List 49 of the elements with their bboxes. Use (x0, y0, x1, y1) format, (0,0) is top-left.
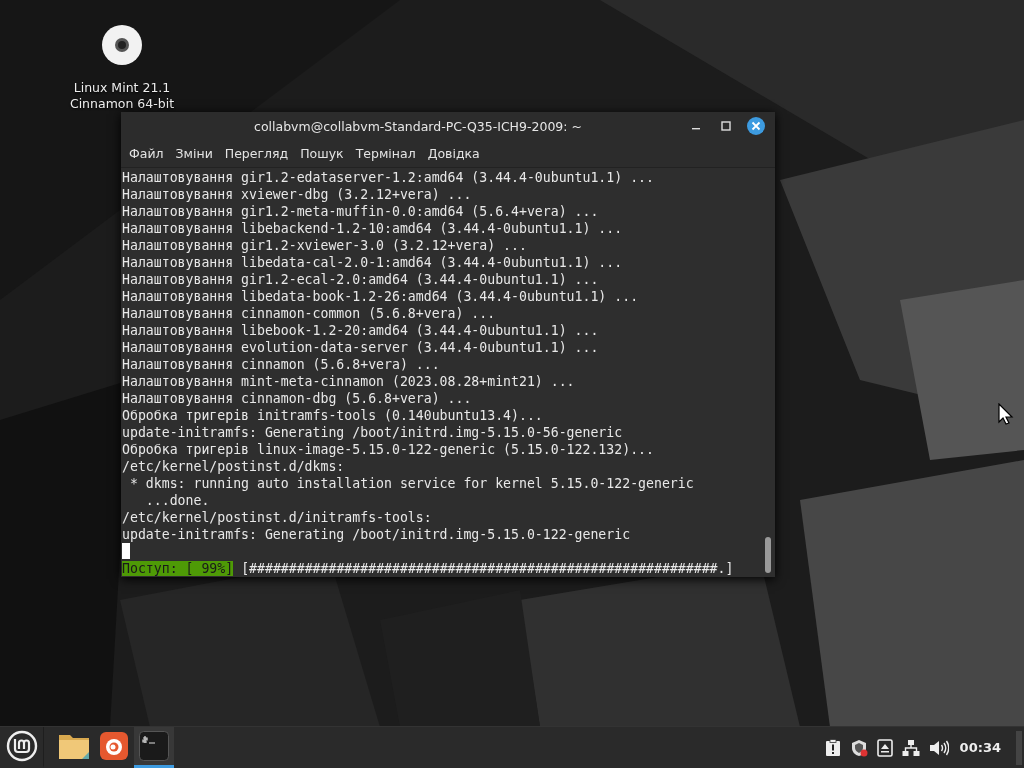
window-title: collabvm@collabvm-Standard-PC-Q35-ICH9-2009: ~ (253, 118, 583, 134)
terminal-line: Налаштовування cinnamon (5.6.8+vera) ... (122, 356, 441, 373)
close-icon[interactable] (747, 117, 765, 135)
terminal-line: Налаштовування libebackend-1.2-10:amd64 (3.44.4-0ubuntu1.1) ... (122, 220, 624, 237)
terminal-line: Налаштовування libedata-book-1.2-26:amd64 (3.44.4-0ubuntu1.1) ... (122, 288, 640, 305)
terminal-line: Налаштовування libedata-cal-2.0-1:amd64 (3.44.4-0ubuntu1.1) ... (122, 254, 624, 271)
menu-item[interactable]: Термінал (349, 143, 422, 164)
shield-icon[interactable] (849, 738, 868, 757)
browser-icon[interactable] (100, 732, 128, 760)
progress-label: Поступ: [ 99%] (122, 561, 234, 576)
terminal-line: Налаштовування gir1.2-meta-muffin-0.0:amd64 (5.6.4+vera) ... (122, 203, 600, 220)
terminal-line: ...done. (144, 492, 211, 509)
menu-item[interactable]: Пошук (294, 143, 350, 164)
scrollbar-thumb[interactable] (765, 537, 771, 573)
terminal-line: * dkms: running auto installation service for kernel 5.15.0-122-generic (128, 475, 695, 492)
menu-item[interactable]: Зміни (169, 143, 219, 164)
maximize-icon[interactable] (720, 120, 732, 132)
eject-icon[interactable] (876, 738, 893, 757)
terminal-line: Налаштовування mint-meta-cinnamon (2023.08.28+mint21) ... (122, 373, 576, 390)
terminal-line: Налаштовування cinnamon-dbg (5.6.8+vera) ... (122, 390, 473, 407)
panel-edge (1016, 730, 1022, 765)
terminal-line: Налаштовування cinnamon-common (5.6.8+vera) ... (122, 305, 497, 322)
mouse-cursor-icon (998, 403, 1014, 425)
terminal-line: Налаштовування libebook-1.2-20:amd64 (3.44.4-0ubuntu1.1) ... (122, 322, 600, 339)
terminal-line: Налаштовування evolution-data-server (3.44.4-0ubuntu1.1) ... (122, 339, 600, 356)
text-cursor (122, 543, 130, 559)
terminal-line: Налаштовування xviewer-dbg (3.2.12+vera) ... (122, 186, 473, 203)
clock[interactable]: 00:34 (959, 740, 1001, 755)
desktop-icon-label[interactable]: Linux Mint 21.1 Cinnamon 64-bit (69, 80, 175, 112)
terminal-line: Налаштовування gir1.2-xviewer-3.0 (3.2.12+vera) ... (122, 237, 528, 254)
terminal-line: Обробка тригерів linux-image-5.15.0-122-generic (5.15.0-122.132)... (122, 441, 655, 458)
terminal-line: Налаштовування gir1.2-ecal-2.0:amd64 (3.44.4-0ubuntu1.1) ... (122, 271, 600, 288)
terminal-line: /etc/kernel/postinst.d/initramfs-tools: (122, 509, 433, 526)
menu-item[interactable]: Перегляд (218, 143, 295, 164)
terminal-line: update-initramfs: Generating /boot/initrd.img-5.15.0-122-generic (122, 526, 632, 543)
menu-item[interactable]: Довідка (421, 143, 486, 164)
terminal-line: Обробка тригерів initramfs-tools (0.140ubuntu13.4)... (122, 407, 544, 424)
clipboard-alert-icon[interactable] (824, 738, 841, 757)
disc-icon (101, 24, 143, 66)
terminal-icon[interactable] (139, 731, 169, 761)
network-icon[interactable] (901, 738, 920, 757)
volume-icon[interactable] (928, 738, 949, 757)
folder-icon[interactable] (58, 732, 90, 760)
mint-logo-icon[interactable] (5, 730, 38, 762)
menu-item[interactable]: Файл (123, 143, 170, 164)
progress-bar-text: [###########################################################.] (241, 561, 734, 576)
terminal-line: Налаштовування gir1.2-edataserver-1.2:amd64 (3.44.4-0ubuntu1.1) ... (122, 169, 655, 186)
terminal-line: /etc/kernel/postinst.d/dkms: (122, 458, 346, 475)
terminal-line: update-initramfs: Generating /boot/initrd.img-5.15.0-56-generic (122, 424, 624, 441)
